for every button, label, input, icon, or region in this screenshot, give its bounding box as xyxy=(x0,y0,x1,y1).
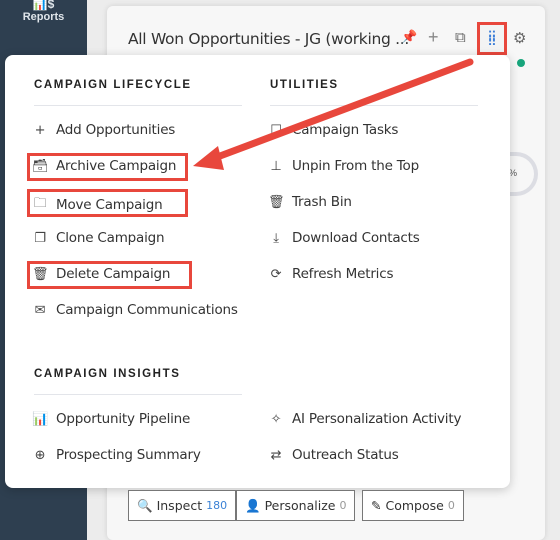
label: Inspect xyxy=(156,498,203,513)
inspect-icon: 🔍 xyxy=(137,497,153,513)
label: Personalize xyxy=(264,498,336,513)
count: 0 xyxy=(339,499,347,512)
count: 180 xyxy=(206,499,228,512)
inspect-button[interactable]: 🔍 Inspect 180 xyxy=(128,490,237,521)
user-search-icon: 👤 xyxy=(245,497,261,513)
compose-button[interactable]: ✎ Compose 0 xyxy=(362,490,464,521)
count: 0 xyxy=(447,499,455,512)
label: Compose xyxy=(385,498,444,513)
personalize-button[interactable]: 👤 Personalize 0 xyxy=(236,490,356,521)
edit-icon: ✎ xyxy=(371,498,382,513)
annotation-arrow xyxy=(193,58,474,170)
